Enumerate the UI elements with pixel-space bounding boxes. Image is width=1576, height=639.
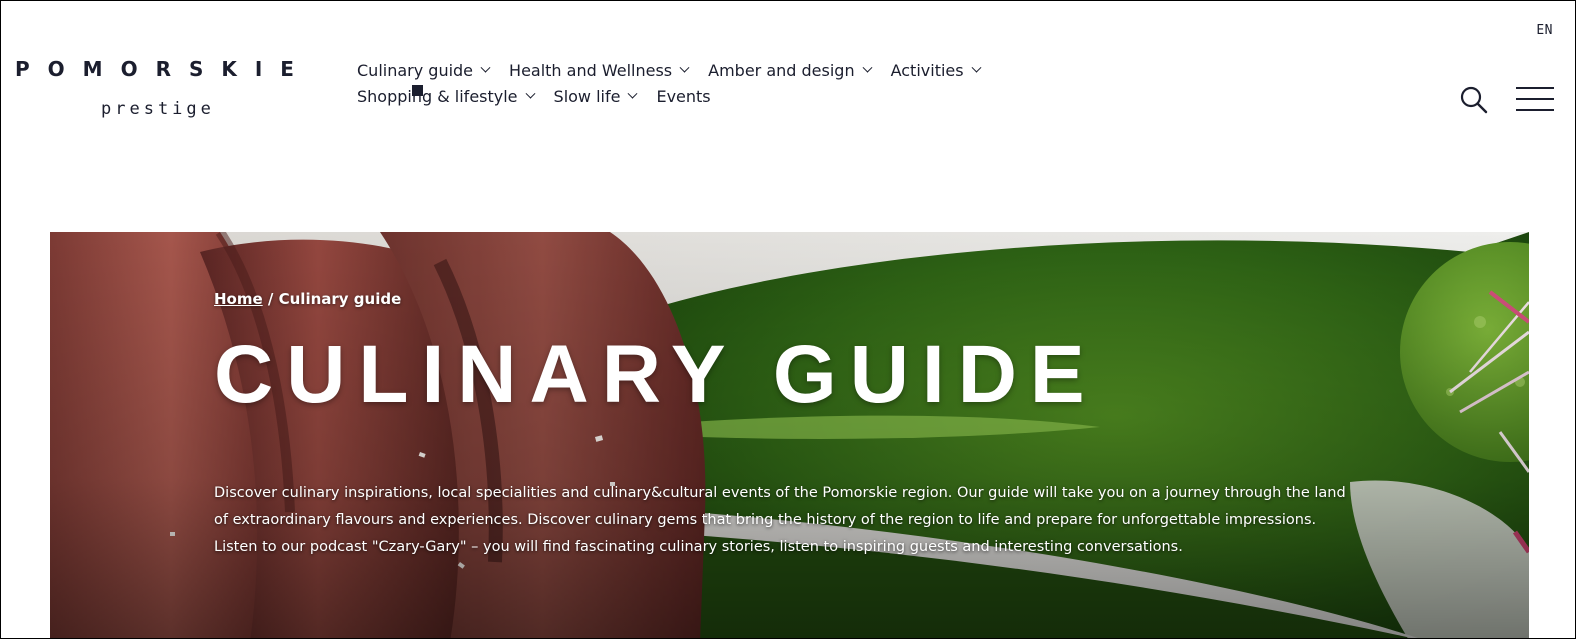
hamburger-menu-icon [1516,87,1554,111]
hero-content: Home / Culinary guide CULINARY GUIDE Dis… [214,290,1394,576]
chevron-down-icon [679,62,690,73]
breadcrumb-separator: / [262,290,279,308]
language-switch[interactable]: EN [1536,23,1553,38]
logo-subtitle: prestige [101,99,215,119]
nav-row-secondary: Shopping & lifestyle Slow life Events [357,83,1117,109]
nav-item-label: Amber and design [708,60,855,80]
nav-item-health-and-wellness[interactable]: Health and Wellness [509,60,690,80]
breadcrumb-home-link[interactable]: Home [214,290,263,308]
nav-item-label: Culinary guide [357,60,474,80]
chevron-down-icon [971,62,982,73]
chevron-down-icon [628,88,638,99]
nav-row-primary: Culinary guide Health and Wellness Amber… [357,57,1117,83]
nav-item-activities[interactable]: Activities [890,60,982,80]
nav-item-amber-and-design[interactable]: Amber and design [708,60,873,80]
breadcrumb: Home / Culinary guide [214,290,1394,308]
nav-item-label: Slow life [553,86,621,106]
nav-item-label: Shopping & lifestyle [357,86,518,106]
nav-item-label: Activities [890,60,964,80]
nav-item-label: Health and Wellness [509,60,673,80]
hero-description: Discover culinary inspirations, local sp… [214,485,1346,555]
breadcrumb-current: Culinary guide [278,290,402,308]
chevron-down-icon [862,62,873,73]
page-title: CULINARY GUIDE [214,329,1098,420]
nav-item-shopping-lifestyle[interactable]: Shopping & lifestyle [357,86,535,106]
chevron-down-icon [480,62,491,73]
hero-banner: Home / Culinary guide CULINARY GUIDE Dis… [50,232,1529,638]
nav-item-culinary-guide[interactable]: Culinary guide [357,60,491,80]
nav-item-events[interactable]: Events [656,87,710,106]
main-navigation: Culinary guide Health and Wellness Amber… [357,57,1117,109]
search-icon [1460,86,1488,114]
nav-item-label: Events [656,86,711,106]
active-nav-indicator [412,85,423,96]
search-button[interactable] [1459,85,1489,115]
logo-wordmark: POMORSKIE [15,57,312,81]
page: EN POMORSKIE prestige Culinary guide Hea… [0,0,1576,639]
site-logo[interactable]: POMORSKIE prestige [15,57,315,119]
menu-button[interactable] [1515,85,1555,113]
chevron-down-icon [525,88,535,99]
nav-item-slow-life[interactable]: Slow life [553,86,638,106]
